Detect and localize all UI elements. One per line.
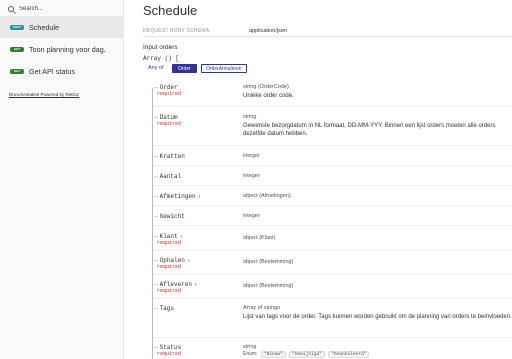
- property-afleveren[interactable]: — Afleveren ›: [154, 281, 197, 288]
- anyof-order-annuleren-button[interactable]: OrderAnnuleren: [201, 64, 247, 73]
- property-type: string (OrderCode): [243, 84, 289, 90]
- row-separator: [153, 106, 512, 107]
- sidebar-item-schedule[interactable]: POST Schedule: [0, 16, 124, 38]
- method-badge: GET: [10, 68, 24, 74]
- search-icon: [8, 6, 14, 12]
- property-name: Afmetingen: [159, 193, 196, 200]
- property-name: Ophalen: [159, 257, 185, 264]
- row-separator: [153, 165, 512, 166]
- sidebar-item-toon-planning[interactable]: GET Toon planning voor dag.: [0, 38, 124, 60]
- main-content: Schedule REQUEST BODY SCHEMA: applicatio…: [124, 0, 512, 359]
- method-badge: POST: [10, 24, 24, 30]
- property-type: integer: [243, 213, 260, 219]
- required-label: required: [157, 264, 182, 270]
- search-input[interactable]: [19, 6, 109, 12]
- row-separator: [153, 298, 512, 299]
- required-label: required: [157, 91, 182, 97]
- property-description: Unieke order code.: [243, 93, 294, 99]
- property-type: object (Bestemming): [243, 283, 294, 289]
- row-separator: [153, 250, 512, 251]
- property-klant[interactable]: — Klant ›: [154, 233, 183, 240]
- required-label: required: [157, 288, 182, 294]
- anyof-order-button[interactable]: Order: [172, 64, 197, 73]
- property-name: Afleveren: [159, 281, 193, 288]
- row-separator: [153, 145, 512, 146]
- property-aantal: — Aantal: [154, 173, 182, 180]
- request-body-label: REQUEST BODY SCHEMA:: [143, 28, 211, 34]
- required-label: required: [157, 240, 182, 246]
- sidebar-item-label: Schedule: [29, 22, 59, 32]
- property-name: Status: [159, 344, 182, 351]
- tree-line: [152, 88, 153, 359]
- chevron-right-icon: ›: [194, 281, 198, 288]
- divider: [143, 36, 512, 37]
- enum-value: "Gewijzigd": [289, 351, 325, 358]
- chevron-right-icon: ›: [197, 193, 201, 200]
- input-label: Input orders: [143, 44, 178, 51]
- property-order: — Order: [154, 84, 178, 91]
- property-type: string: [243, 344, 257, 350]
- enum-value: "Nieuw": [260, 351, 286, 358]
- property-type: string: [243, 114, 257, 120]
- property-name: Klant: [159, 233, 178, 240]
- property-description: Lijst van tags voor de order. Tags kunne…: [243, 314, 512, 320]
- property-type: object (Afmetingen): [243, 193, 291, 199]
- property-gewicht: — Gewicht: [154, 213, 185, 220]
- row-separator: [153, 337, 512, 338]
- property-name: Aantal: [159, 173, 182, 180]
- property-tags: — Tags: [154, 305, 175, 312]
- page-title: Schedule: [143, 3, 198, 18]
- search-bar: [8, 4, 109, 14]
- property-name: Tags: [159, 305, 175, 312]
- row-separator: [153, 205, 512, 206]
- property-description: Gewenste bezorgdatum in NL formaat, DD-M…: [243, 123, 496, 137]
- sidebar-item-label: Get API status: [29, 66, 75, 76]
- property-type: object (Bestemming): [243, 259, 294, 265]
- property-datum: — Datum: [154, 114, 178, 121]
- enum-label: Enum:: [243, 351, 258, 357]
- enum-line: Enum: "Nieuw" "Gewijzigd" "Geannuleerd": [243, 351, 370, 358]
- property-name: Order: [159, 84, 178, 91]
- property-name: Kratten: [159, 153, 185, 160]
- chevron-right-icon: ›: [179, 233, 183, 240]
- property-afmetingen[interactable]: — Afmetingen ›: [154, 193, 201, 200]
- sidebar: POST Schedule GET Toon planning voor dag…: [0, 0, 124, 359]
- enum-value: "Geannuleerd": [328, 351, 370, 358]
- property-kratten: — Kratten: [154, 153, 185, 160]
- documentation-link[interactable]: Documentation Powered by ReDoc: [9, 92, 79, 97]
- required-label: required: [157, 351, 182, 357]
- property-type: Array of strings: [243, 305, 280, 311]
- sidebar-item-label: Toon planning voor dag.: [29, 44, 106, 54]
- property-type: object (Klant): [243, 235, 276, 241]
- array-label: Array () [: [143, 55, 180, 62]
- property-name: Datum: [159, 114, 178, 121]
- anyof-label: Any of: [148, 65, 164, 71]
- row-separator: [153, 274, 512, 275]
- property-status: — Status: [154, 344, 182, 351]
- row-separator: [153, 225, 512, 226]
- property-name: Gewicht: [159, 213, 185, 220]
- required-label: required: [157, 121, 182, 127]
- property-type: integer: [243, 153, 260, 159]
- property-type: integer: [243, 173, 260, 179]
- request-body-value: application/json: [249, 27, 287, 34]
- sidebar-item-api-status[interactable]: GET Get API status: [0, 60, 124, 82]
- chevron-right-icon: ›: [186, 257, 191, 264]
- row-separator: [153, 185, 512, 186]
- property-ophalen[interactable]: — Ophalen ›: [154, 257, 190, 264]
- method-badge: GET: [10, 46, 24, 52]
